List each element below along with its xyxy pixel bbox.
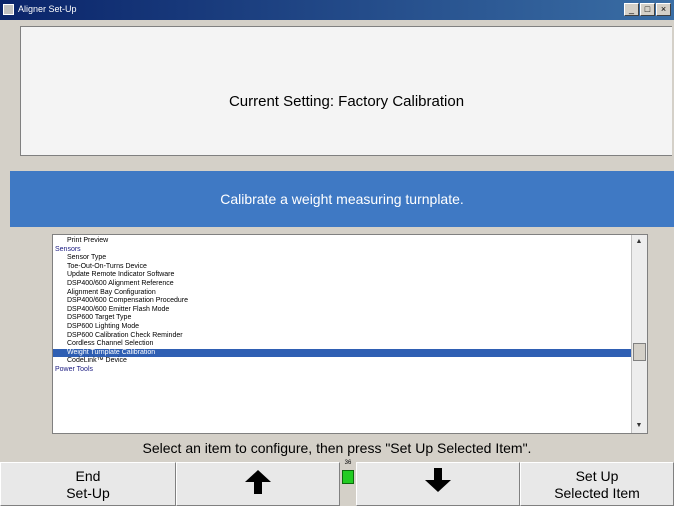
minimize-icon[interactable]: _ xyxy=(624,3,639,16)
triangle-up-icon[interactable]: ▲ xyxy=(634,237,644,247)
end-setup-label-2: Set-Up xyxy=(66,485,110,501)
indicator-number: 36 xyxy=(344,460,352,466)
arrow-down-stem xyxy=(434,468,442,480)
list-item[interactable]: DSP400/600 Compensation Procedure xyxy=(53,297,631,305)
end-setup-button[interactable]: End Set-Up xyxy=(0,462,176,506)
list-item[interactable]: CodeLink™ Device xyxy=(53,357,631,365)
set-up-selected-item-button[interactable]: Set Up Selected Item xyxy=(520,462,674,506)
list-item[interactable]: DSP600 Calibration Check Reminder xyxy=(53,332,631,340)
list-scrollbar[interactable]: ▲ ▼ xyxy=(631,235,647,433)
list-category[interactable]: Sensors xyxy=(53,246,631,254)
list-item[interactable]: Cordless Channel Selection xyxy=(53,340,631,348)
arrow-up-icon xyxy=(245,470,271,482)
current-setting-panel: Current Setting: Factory Calibration xyxy=(20,26,672,156)
arrow-up-stem xyxy=(254,482,262,494)
list-item[interactable]: DSP600 Lighting Mode xyxy=(53,323,631,331)
list-item[interactable]: Print Preview xyxy=(53,237,631,245)
triangle-down-icon[interactable]: ▼ xyxy=(634,421,644,431)
instruction-text: Select an item to configure, then press … xyxy=(142,440,532,456)
window-title: Aligner Set-Up xyxy=(18,4,77,14)
description-text: Calibrate a weight measuring turnplate. xyxy=(220,191,464,207)
setup-item-list[interactable]: ▲ ▼ Print Preview Sensors Sensor Type Toe-O… xyxy=(52,234,648,434)
current-setting-text: Current Setting: Factory Calibration xyxy=(228,93,465,110)
list-item[interactable]: Alignment Bay Configuration xyxy=(53,289,631,297)
app-icon xyxy=(3,4,14,15)
move-down-button[interactable] xyxy=(356,462,520,506)
arrow-down-icon xyxy=(425,480,451,492)
scroll-thumb[interactable] xyxy=(633,343,646,361)
list-item[interactable]: DSP600 Target Type xyxy=(53,314,631,322)
title-bar: Aligner Set-Up _ □ × xyxy=(0,0,674,20)
end-setup-label-1: End xyxy=(75,468,101,484)
move-up-button[interactable] xyxy=(176,462,340,506)
set-up-label-2: Selected Item xyxy=(554,485,640,501)
list-item[interactable]: Sensor Type xyxy=(53,254,631,262)
close-icon[interactable]: × xyxy=(656,3,671,16)
set-up-label-1: Set Up xyxy=(575,468,619,484)
list-item[interactable]: DSP400/600 Alignment Reference xyxy=(53,280,631,288)
list-item[interactable]: DSP400/600 Emitter Flash Mode xyxy=(53,306,631,314)
list-item[interactable]: Weight Turnplate Calibration xyxy=(53,348,631,357)
level-indicator: 36 xyxy=(340,460,356,506)
list-category[interactable]: Power Tools xyxy=(53,366,631,374)
indicator-fill xyxy=(342,470,354,484)
maximize-icon[interactable]: □ xyxy=(640,3,655,16)
list-item[interactable]: Toe-Out-On-Turns Device xyxy=(53,263,631,271)
list-item[interactable]: Update Remote Indicator Software xyxy=(53,271,631,279)
description-bar: Calibrate a weight measuring turnplate. xyxy=(10,171,674,227)
